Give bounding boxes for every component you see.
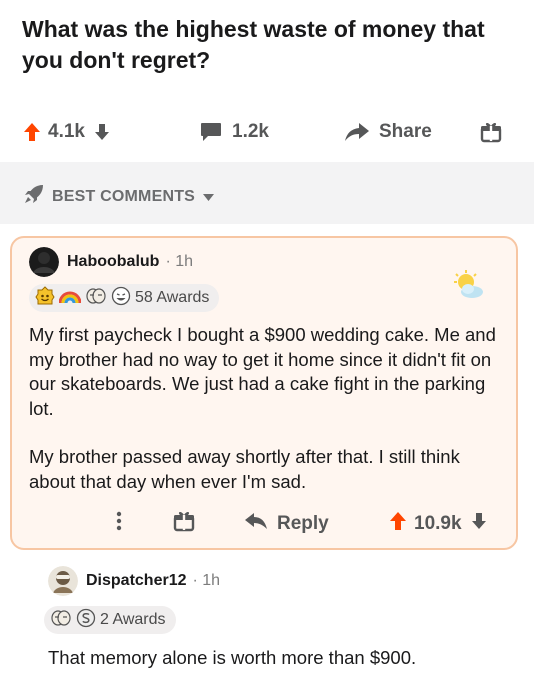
post-title: What was the highest waste of money that…: [22, 16, 485, 73]
downvote-icon[interactable]: [471, 513, 486, 535]
comment-author[interactable]: Haboobalub: [67, 253, 159, 271]
hugz-award-icon: [85, 287, 107, 310]
share-arrow-icon: [345, 123, 369, 141]
avatar[interactable]: [48, 566, 78, 596]
comment-author-row: Haboobalub · 1h: [29, 247, 193, 277]
award-button[interactable]: [480, 112, 502, 152]
awards-pill[interactable]: 58 Awards: [29, 284, 220, 312]
chevron-down-icon: [203, 188, 215, 206]
comment-paragraph: My first paycheck I bought a $900 weddin…: [29, 324, 496, 419]
reply-label: Reply: [277, 513, 329, 534]
comment-action-bar: Reply 10.9k: [12, 506, 520, 542]
sort-bar: BEST COMMENTS: [0, 162, 534, 224]
comment-bubble-icon: [200, 122, 222, 142]
silver-award-icon: [76, 608, 96, 633]
wholesome-award-icon: [35, 285, 55, 311]
comment-time: · 1h: [165, 253, 194, 270]
comment-vote-group: 10.9k: [390, 506, 486, 542]
laughing-award-icon: [111, 286, 131, 311]
downvote-icon[interactable]: [94, 124, 109, 140]
post-action-bar: 4.1k 1.2k Share: [0, 112, 534, 152]
sun-cloud-award-icon[interactable]: [450, 268, 486, 307]
share-label: Share: [379, 121, 432, 142]
comment-vote-count: 10.9k: [414, 513, 462, 534]
comment-count: 1.2k: [232, 121, 269, 142]
reply-author-row: Dispatcher12 · 1h: [48, 566, 220, 596]
award-button[interactable]: [173, 506, 195, 542]
sort-label: BEST COMMENTS: [52, 187, 196, 205]
awards-count: 58 Awards: [135, 289, 210, 306]
upvote-icon[interactable]: [390, 512, 406, 536]
comment-paragraph: My brother passed away shortly after tha…: [29, 446, 460, 492]
more-vertical-icon: [116, 511, 122, 537]
comment-time: · 1h: [192, 572, 221, 589]
comment-card-highlighted: Haboobalub · 1h 58 Awards My first paych…: [10, 236, 518, 550]
comment-author[interactable]: Dispatcher12: [86, 572, 187, 590]
sort-dropdown[interactable]: BEST COMMENTS: [24, 184, 215, 209]
awards-count: 2 Awards: [100, 611, 166, 628]
comment-paragraph: That memory alone is worth more than $90…: [48, 647, 417, 668]
reply-arrow-icon: [245, 513, 267, 535]
gift-icon: [173, 510, 195, 538]
awards-pill[interactable]: 2 Awards: [44, 606, 176, 634]
avatar[interactable]: [29, 247, 59, 277]
share-button[interactable]: Share: [345, 112, 432, 152]
comments-button[interactable]: 1.2k: [200, 112, 269, 152]
reply-button[interactable]: Reply: [245, 506, 329, 542]
rainbow-award-icon: [58, 288, 82, 309]
upvote-icon[interactable]: [24, 123, 40, 141]
reply-body: That memory alone is worth more than $90…: [48, 646, 518, 671]
hugz-award-icon: [50, 609, 72, 632]
rocket-icon: [24, 184, 44, 209]
more-options-button[interactable]: [116, 506, 122, 542]
post-vote-group: 4.1k: [24, 112, 109, 152]
gift-icon: [480, 121, 502, 143]
post-upvote-count: 4.1k: [48, 121, 85, 142]
comment-body: My first paycheck I bought a $900 weddin…: [29, 323, 511, 494]
